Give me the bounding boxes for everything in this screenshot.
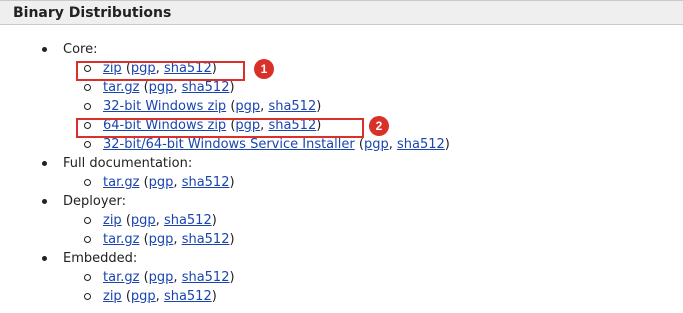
sha512-link[interactable]: sha512	[164, 289, 212, 304]
group-embedded: Embedded: tar.gz (pgp, sha512) zip (pgp,…	[0, 249, 683, 306]
download-link[interactable]: 32-bit Windows zip	[103, 99, 226, 114]
pgp-link[interactable]: pgp	[131, 213, 156, 228]
download-link[interactable]: zip	[103, 213, 122, 228]
sha512-link[interactable]: sha512	[397, 137, 445, 152]
group-label: Full documentation:	[0, 154, 683, 173]
pgp-link[interactable]: pgp	[149, 175, 174, 190]
group-full-documentation: Full documentation: tar.gz (pgp, sha512)	[0, 154, 683, 192]
download-link[interactable]: 32-bit/64-bit Windows Service Installer	[103, 137, 355, 152]
download-link[interactable]: tar.gz	[103, 270, 139, 285]
sha512-link[interactable]: sha512	[164, 213, 212, 228]
pgp-link[interactable]: pgp	[149, 232, 174, 247]
group-deployer: Deployer: zip (pgp, sha512) tar.gz (pgp,…	[0, 192, 683, 249]
section-header: Binary Distributions	[0, 0, 683, 25]
annotation-badge-2: 2	[369, 116, 389, 136]
sha512-link[interactable]: sha512	[182, 270, 230, 285]
pgp-link[interactable]: pgp	[235, 99, 260, 114]
pgp-link[interactable]: pgp	[364, 137, 389, 152]
group-label: Core:	[0, 40, 683, 59]
pgp-link[interactable]: pgp	[131, 289, 156, 304]
sha512-link[interactable]: sha512	[182, 232, 230, 247]
highlight-box-2	[76, 118, 364, 138]
group-label: Embedded:	[0, 249, 683, 268]
download-link[interactable]: zip	[103, 289, 122, 304]
section-title: Binary Distributions	[13, 5, 172, 21]
download-link[interactable]: tar.gz	[103, 80, 139, 95]
download-link[interactable]: tar.gz	[103, 232, 139, 247]
annotation-badge-1: 1	[254, 59, 274, 79]
sha512-link[interactable]: sha512	[182, 80, 230, 95]
sha512-link[interactable]: sha512	[268, 99, 316, 114]
pgp-link[interactable]: pgp	[149, 270, 174, 285]
group-label: Deployer:	[0, 192, 683, 211]
list-item: tar.gz (pgp, sha512)	[0, 230, 683, 249]
download-link[interactable]: tar.gz	[103, 175, 139, 190]
sha512-link[interactable]: sha512	[182, 175, 230, 190]
pgp-link[interactable]: pgp	[149, 80, 174, 95]
list-item: zip (pgp, sha512)	[0, 287, 683, 306]
highlight-box-1	[76, 61, 245, 81]
list-item: tar.gz (pgp, sha512)	[0, 268, 683, 287]
list-item: tar.gz (pgp, sha512)	[0, 173, 683, 192]
list-item: zip (pgp, sha512)	[0, 211, 683, 230]
list-item: 32-bit Windows zip (pgp, sha512)	[0, 97, 683, 116]
